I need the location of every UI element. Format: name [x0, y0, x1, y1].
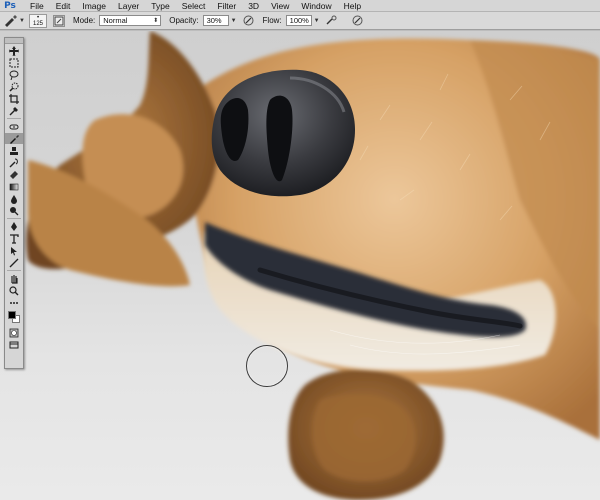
- tools-divider: [7, 218, 21, 219]
- menu-type[interactable]: Type: [145, 0, 175, 12]
- flow-input[interactable]: 100%: [285, 15, 312, 26]
- lasso-icon: [9, 70, 19, 80]
- shape-tool[interactable]: [5, 257, 23, 268]
- eraser-tool[interactable]: [5, 169, 23, 180]
- tools-divider: [7, 270, 21, 271]
- pressure-opacity-button[interactable]: [243, 15, 255, 27]
- tools-panel: [4, 37, 24, 369]
- menu-image[interactable]: Image: [76, 0, 112, 12]
- brush-panel-icon: [54, 16, 64, 25]
- extra-icon: [10, 301, 18, 304]
- blur-icon: [11, 194, 17, 204]
- foreground-color-swatch[interactable]: [8, 311, 16, 319]
- pressure-size-icon: [352, 15, 363, 26]
- menu-window[interactable]: Window: [295, 0, 337, 12]
- flow-slider-toggle[interactable]: ▼: [314, 18, 320, 24]
- history-brush-icon: [9, 158, 18, 167]
- healing-brush-icon: [9, 124, 19, 129]
- marquee-icon: [9, 58, 19, 67]
- clone-stamp-tool[interactable]: [5, 145, 23, 156]
- move-icon: [9, 45, 19, 56]
- path-select-icon: [11, 246, 17, 255]
- hand-tool[interactable]: [5, 273, 23, 284]
- tools-divider: [7, 118, 21, 119]
- brush-size-value: 125: [32, 20, 43, 27]
- menu-edit[interactable]: Edit: [50, 0, 77, 12]
- blur-tool[interactable]: [5, 193, 23, 204]
- dodge-tool[interactable]: [5, 205, 23, 216]
- extra-tool[interactable]: [5, 297, 23, 308]
- marquee-tool[interactable]: [5, 57, 23, 68]
- quick-mask-button[interactable]: [5, 327, 23, 338]
- brush-icon: [5, 14, 18, 27]
- menu-file[interactable]: File: [24, 0, 50, 12]
- brush-icon: [10, 134, 19, 144]
- airbrush-icon: [326, 15, 337, 25]
- document-canvas[interactable]: [0, 31, 600, 500]
- opacity-slider-toggle[interactable]: ▼: [231, 18, 237, 24]
- mode-select[interactable]: Normal ⬍: [99, 15, 162, 26]
- move-tool[interactable]: [5, 45, 23, 56]
- eraser-icon: [10, 170, 18, 179]
- history-brush-tool[interactable]: [5, 157, 23, 168]
- gradient-icon: [9, 183, 19, 190]
- chevron-down-icon: ▼: [19, 17, 25, 24]
- clone-stamp-icon: [10, 146, 18, 155]
- brush-preset-picker[interactable]: • 125: [29, 13, 47, 28]
- chevron-down-icon: ⬍: [153, 18, 159, 24]
- screen-mode-icon: [9, 341, 19, 348]
- zoom-tool[interactable]: [5, 285, 23, 296]
- path-select-tool[interactable]: [5, 245, 23, 256]
- dodge-icon: [10, 206, 19, 215]
- quick-select-icon: [9, 82, 19, 92]
- menu-view[interactable]: View: [265, 0, 295, 12]
- flow-label: Flow:: [262, 16, 282, 25]
- hand-icon: [11, 274, 18, 284]
- crop-tool[interactable]: [5, 93, 23, 104]
- menu-bar: Ps File Edit Image Layer Type Select Fil…: [0, 0, 600, 12]
- type-tool[interactable]: [5, 233, 23, 244]
- opacity-input[interactable]: 30%: [202, 15, 229, 26]
- eyedropper-icon: [9, 106, 18, 115]
- menu-3d[interactable]: 3D: [242, 0, 265, 12]
- menu-help[interactable]: Help: [338, 0, 367, 12]
- tools-panel-grip[interactable]: [5, 38, 23, 44]
- shape-icon: [9, 258, 19, 267]
- gradient-tool[interactable]: [5, 181, 23, 192]
- brush-tool[interactable]: [5, 133, 23, 144]
- opacity-label: Opacity:: [169, 16, 199, 25]
- screen-mode-button[interactable]: [5, 339, 23, 350]
- pressure-pen-icon: [243, 15, 254, 26]
- type-icon: [10, 233, 19, 244]
- opacity-value: 30%: [206, 16, 222, 25]
- menu-select[interactable]: Select: [176, 0, 212, 12]
- lasso-tool[interactable]: [5, 69, 23, 80]
- mode-value: Normal: [103, 16, 128, 25]
- pen-icon: [11, 221, 17, 231]
- quick-select-tool[interactable]: [5, 81, 23, 92]
- color-swatches: [5, 310, 23, 326]
- pressure-size-button[interactable]: [352, 15, 364, 27]
- menu-filter[interactable]: Filter: [211, 0, 242, 12]
- mode-label: Mode:: [73, 16, 96, 25]
- eyedropper-tool[interactable]: [5, 105, 23, 116]
- brush-panel-toggle[interactable]: [53, 14, 65, 27]
- options-bar: ▼ • 125 Mode: Normal ⬍ Opacity: 30% ▼ Fl…: [0, 12, 600, 30]
- dog-nose-image: [26, 31, 600, 500]
- flow-value: 100%: [289, 16, 309, 25]
- quick-mask-icon: [9, 328, 19, 337]
- airbrush-button[interactable]: [326, 15, 338, 27]
- pen-tool[interactable]: [5, 221, 23, 232]
- zoom-icon: [9, 285, 19, 295]
- crop-icon: [9, 93, 19, 104]
- menu-layer[interactable]: Layer: [112, 0, 145, 12]
- photoshop-logo[interactable]: Ps: [2, 0, 18, 12]
- brush-tip-icon: •: [36, 14, 40, 21]
- tool-preset-picker[interactable]: ▼: [3, 14, 25, 28]
- brush-cursor: [246, 345, 288, 387]
- healing-brush-tool[interactable]: [5, 121, 23, 132]
